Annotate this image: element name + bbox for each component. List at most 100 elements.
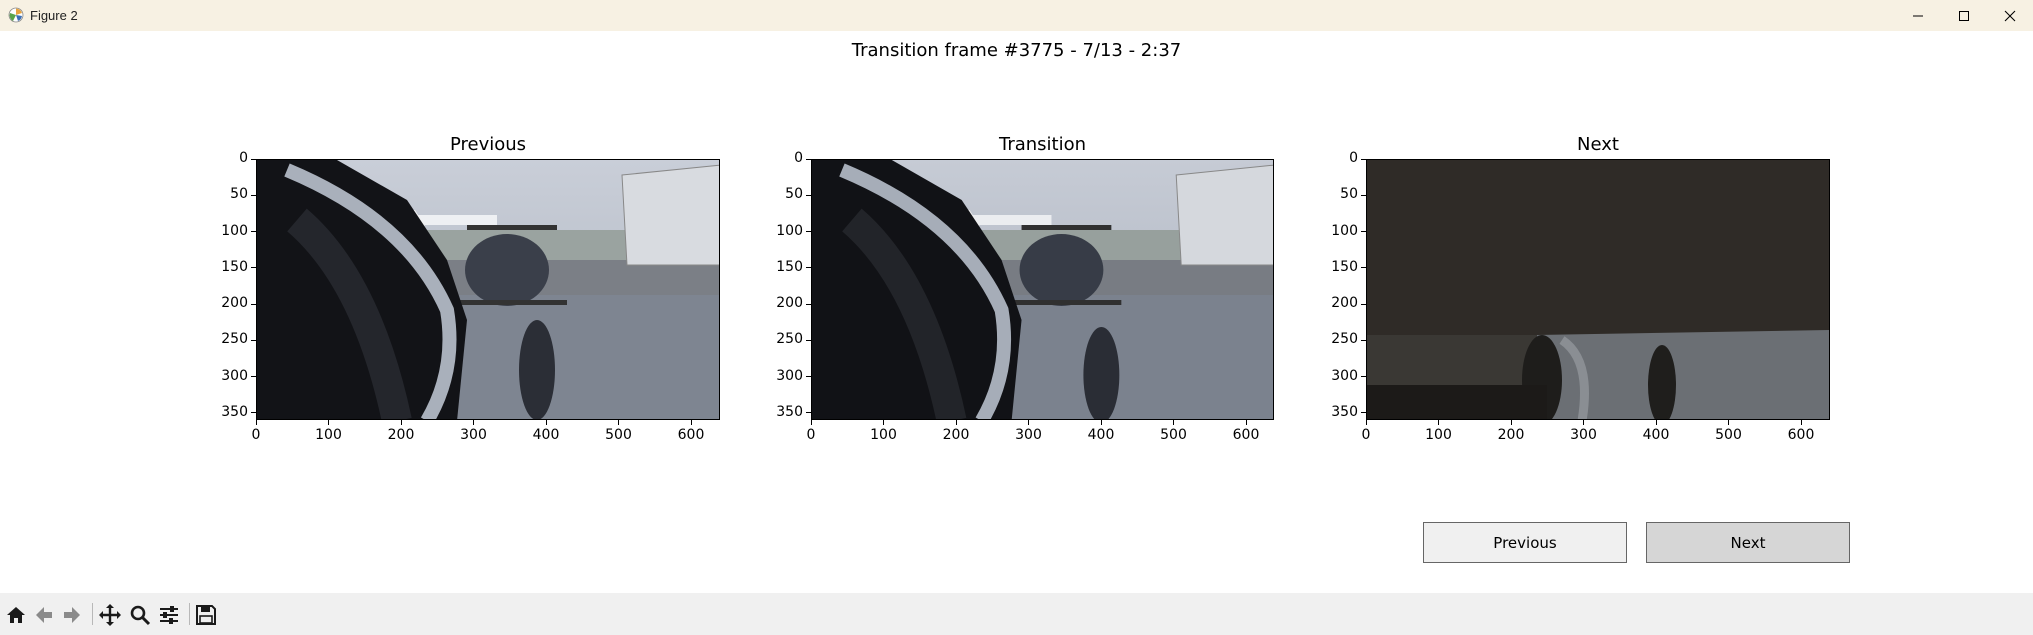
back-button[interactable] [32, 603, 56, 627]
forward-button[interactable] [60, 603, 84, 627]
x-tick-label: 300 [1015, 427, 1042, 443]
y-tick-label: 150 [1331, 258, 1358, 275]
maximize-icon [1959, 10, 1969, 21]
x-tick-label: 100 [870, 427, 897, 443]
y-tick-mark [806, 339, 811, 341]
home-icon [7, 607, 25, 623]
x-tick-mark [1655, 420, 1657, 425]
y-tick-label: 350 [221, 403, 248, 420]
configure-subplots-button[interactable] [157, 603, 181, 627]
y-tick-mark [251, 339, 256, 341]
matplotlib-icon [8, 7, 24, 23]
close-button[interactable] [1987, 0, 2033, 31]
y-tick-label: 350 [1331, 403, 1358, 420]
x-tick-mark [1583, 420, 1584, 425]
y-tick-mark [806, 194, 811, 196]
x-tick-mark [1245, 420, 1247, 425]
pan-button[interactable] [98, 603, 122, 627]
y-tick-mark [251, 158, 256, 160]
x-tick-mark [1800, 420, 1802, 425]
x-tick-label: 300 [1570, 427, 1597, 443]
x-tick-label: 0 [251, 427, 261, 443]
axes-title-next: Next [1577, 134, 1619, 155]
x-tick-mark [883, 420, 884, 425]
home-button[interactable] [4, 603, 28, 627]
x-tick-label: 0 [1361, 427, 1371, 443]
x-tick-label: 100 [1425, 427, 1452, 443]
y-tick-label: 100 [1331, 222, 1358, 239]
window-titlebar: Figure 2 [0, 0, 2033, 32]
x-tick-mark [955, 420, 957, 425]
y-tick-label: 250 [776, 331, 803, 348]
y-tick-label: 300 [776, 367, 803, 384]
x-tick-label: 500 [1715, 427, 1742, 443]
y-tick-mark [1361, 412, 1366, 414]
x-tick-label: 100 [315, 427, 342, 443]
configure-subplots-icon [160, 606, 178, 624]
zoom-button[interactable] [128, 603, 152, 627]
y-tick-mark [1361, 194, 1366, 196]
y-tick-mark [806, 376, 811, 377]
figure-suptitle: Transition frame #3775 - 7/13 - 2:37 [851, 40, 1182, 61]
image-previous [256, 159, 720, 420]
y-tick-label: 350 [776, 403, 803, 420]
save-icon [196, 605, 216, 625]
forward-arrow-icon [64, 607, 80, 623]
y-tick-mark [806, 158, 811, 160]
y-tick-mark [1361, 267, 1366, 269]
y-tick-mark [251, 267, 256, 269]
x-tick-label: 0 [806, 427, 816, 443]
back-arrow-icon [36, 607, 52, 623]
x-tick-mark [810, 420, 812, 425]
y-tick-mark [251, 376, 256, 377]
axes-title-transition: Transition [998, 134, 1087, 155]
x-tick-label: 600 [1232, 427, 1260, 443]
save-button[interactable] [194, 603, 218, 627]
pan-icon [99, 604, 121, 626]
y-tick-mark [1361, 158, 1366, 160]
window-title: Figure 2 [30, 8, 78, 23]
y-tick-label: 200 [776, 295, 803, 311]
y-tick-label: 50 [1340, 186, 1358, 203]
x-tick-label: 400 [1087, 427, 1115, 443]
y-tick-mark [251, 231, 256, 232]
minimize-icon [1913, 15, 1923, 16]
x-tick-mark [400, 420, 402, 425]
y-tick-mark [251, 412, 256, 414]
x-tick-label: 600 [677, 427, 705, 443]
x-tick-mark [1365, 420, 1367, 425]
y-tick-label: 50 [230, 186, 248, 203]
y-tick-label: 0 [794, 150, 803, 166]
y-tick-label: 0 [1349, 150, 1358, 166]
y-tick-label: 300 [221, 367, 248, 384]
navigation-toolbar [0, 593, 2033, 635]
next-button[interactable]: Next [1646, 522, 1850, 563]
y-tick-label: 250 [1331, 331, 1358, 348]
x-tick-label: 400 [532, 427, 560, 443]
toolbar-separator [92, 603, 93, 625]
y-tick-label: 300 [1331, 367, 1358, 384]
minimize-button[interactable] [1895, 0, 1941, 31]
y-tick-label: 250 [221, 331, 248, 348]
x-tick-mark [1510, 420, 1512, 425]
x-tick-mark [328, 420, 329, 425]
x-tick-label: 300 [460, 427, 487, 443]
video-frame-transition [812, 160, 1273, 419]
x-tick-label: 500 [605, 427, 632, 443]
y-tick-label: 200 [221, 295, 248, 311]
y-tick-label: 0 [239, 150, 248, 166]
y-tick-mark [806, 267, 811, 269]
y-tick-label: 150 [221, 258, 248, 275]
previous-button[interactable]: Previous [1423, 522, 1627, 563]
x-tick-label: 400 [1642, 427, 1670, 443]
maximize-button[interactable] [1941, 0, 1987, 31]
x-tick-mark [1100, 420, 1102, 425]
x-tick-mark [1728, 420, 1729, 425]
y-tick-mark [251, 303, 256, 305]
x-tick-mark [690, 420, 692, 425]
y-tick-mark [806, 303, 811, 305]
x-tick-label: 200 [942, 427, 970, 443]
y-tick-mark [1361, 339, 1366, 341]
y-tick-label: 50 [785, 186, 803, 203]
x-tick-mark [545, 420, 547, 425]
